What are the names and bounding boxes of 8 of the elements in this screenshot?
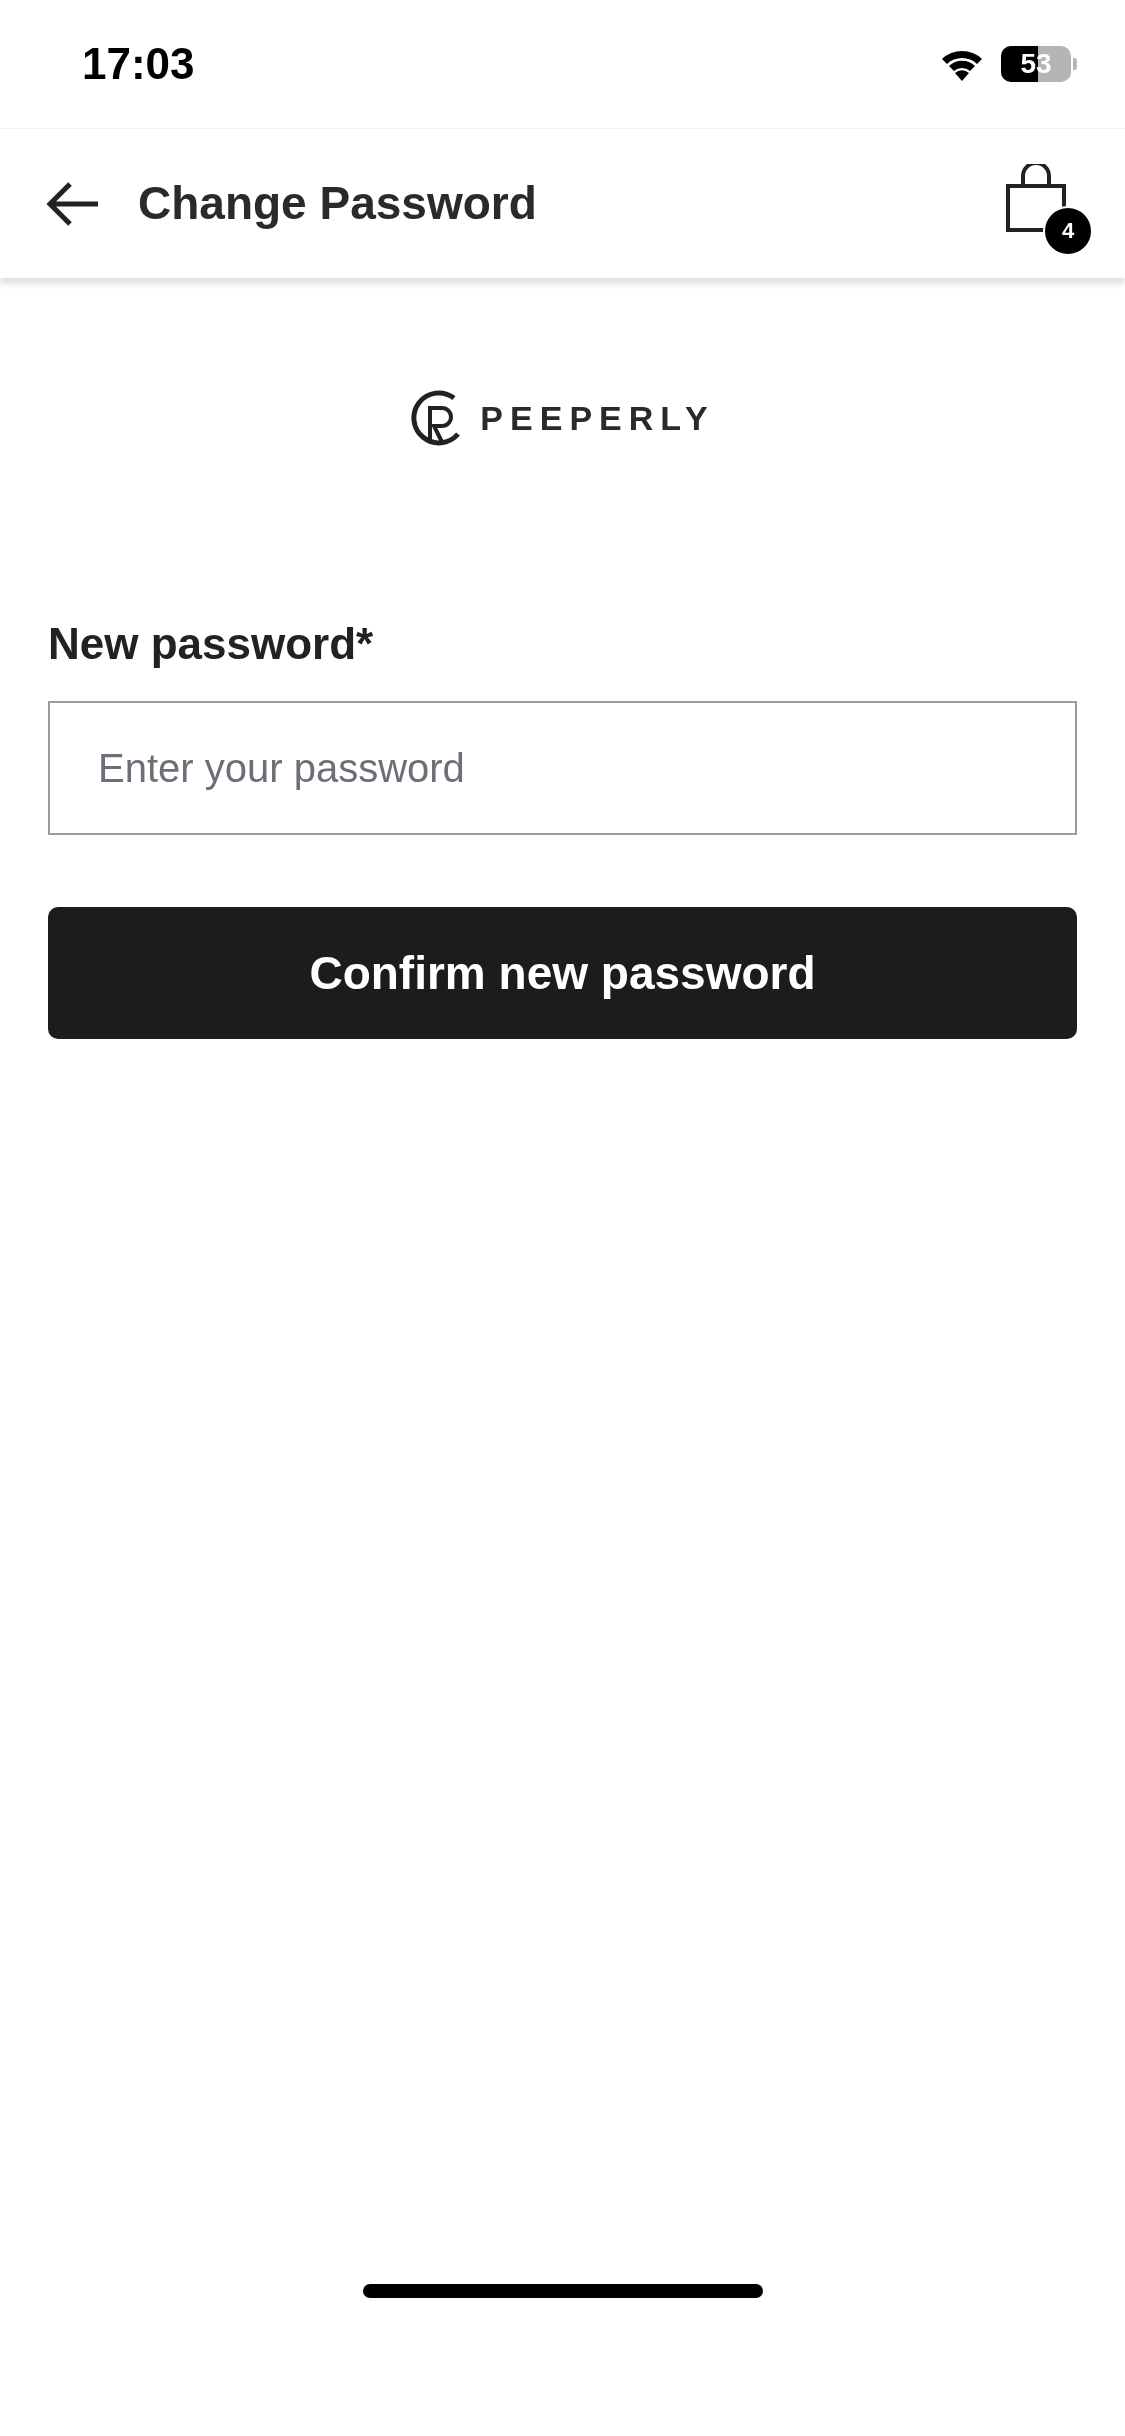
- cart-count-badge: 4: [1043, 205, 1093, 256]
- page-title: Change Password: [138, 176, 537, 231]
- password-field[interactable]: Enter your password: [48, 701, 1077, 835]
- brand-name: PEEPERLY: [480, 397, 715, 439]
- status-time: 17:03: [82, 38, 195, 90]
- confirm-button[interactable]: Confirm new password: [48, 907, 1077, 1039]
- back-arrow-icon[interactable]: [46, 180, 100, 227]
- field-label: New password*: [48, 618, 375, 670]
